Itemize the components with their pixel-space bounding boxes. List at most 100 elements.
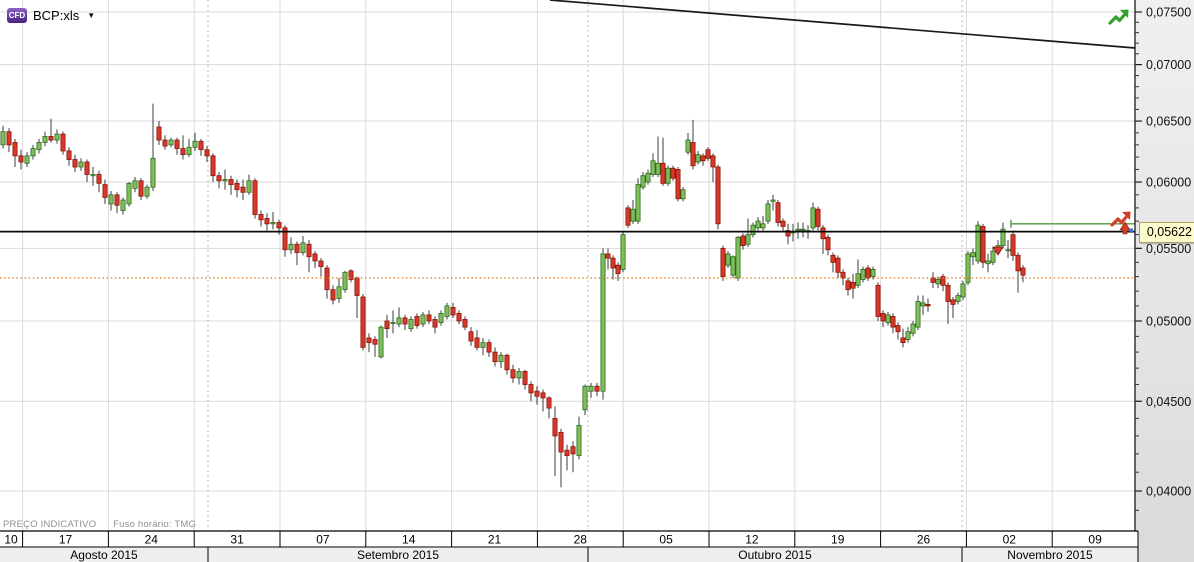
candle-body-down [114, 194, 120, 206]
price-tick-label: 0,06000 [1146, 176, 1191, 190]
candle-body-down [174, 139, 180, 149]
candle-body-up [408, 319, 414, 330]
candle-body-down [780, 220, 786, 227]
candle-body-down [1015, 254, 1021, 272]
candle-body-down [258, 214, 264, 221]
candle-body-up [640, 175, 646, 188]
candle-body-up [685, 139, 691, 153]
candle-body-up [78, 161, 84, 168]
candle-body-up [144, 186, 150, 197]
candle-body-up [498, 354, 504, 363]
candle-body-down [318, 260, 324, 267]
candle-body-down [675, 169, 681, 200]
candle-body-down [540, 392, 546, 399]
candle-body-up [336, 286, 342, 299]
candle-body-down [18, 155, 24, 163]
candle-body-down [486, 342, 492, 353]
candle-body-up [755, 220, 761, 229]
candle-body-up [745, 234, 751, 245]
week-label: 14 [402, 533, 416, 547]
candle-body-up [735, 236, 741, 279]
month-label: Agosto 2015 [70, 548, 138, 562]
price-axis[interactable] [1135, 0, 1194, 531]
month-label: Outubro 2015 [738, 548, 812, 562]
candle-body-down [835, 257, 841, 273]
candle-body-up [725, 253, 731, 266]
candle-body-down [204, 149, 210, 157]
candle [735, 235, 741, 281]
candle-body-down [96, 174, 102, 184]
candle [342, 270, 348, 293]
month-label: Setembro 2015 [357, 548, 439, 562]
candle-body-up [150, 157, 156, 188]
candle-body-up [760, 223, 766, 229]
candle-body-down [324, 267, 330, 291]
candle [720, 245, 726, 281]
month-label: Novembro 2015 [1007, 548, 1093, 562]
week-label: 02 [1003, 533, 1017, 547]
candle-body-down [890, 316, 896, 328]
candle-body-down [710, 155, 716, 168]
candle-body-up [30, 148, 36, 157]
candle-body-up [920, 302, 926, 307]
candle [675, 166, 681, 202]
candle-body-up [0, 131, 6, 146]
candle-body-down [546, 397, 552, 409]
chevron-down-icon[interactable]: ▼ [87, 11, 95, 20]
week-label: 21 [488, 533, 502, 547]
candle-body-up [342, 271, 348, 291]
candle-body-up [750, 224, 756, 236]
candle-body-up [300, 242, 306, 253]
candle [725, 251, 731, 269]
candle [715, 164, 721, 230]
candle-body-down [925, 304, 931, 307]
candle [60, 131, 66, 155]
candle-body-down [820, 227, 826, 240]
candle-body-down [845, 280, 851, 291]
candle-body-up [665, 167, 671, 184]
candle-body-down [615, 264, 621, 275]
price-tick-label: 0,07000 [1146, 58, 1191, 72]
candle-body-down [528, 384, 534, 394]
candle-body-down [474, 337, 480, 348]
candle-body-down [6, 131, 12, 146]
candle-body-up [655, 162, 661, 175]
chart-disclaimer: PREÇO INDICATIVO Fuso horário: TMG [3, 519, 196, 530]
candle-body-down [840, 271, 846, 279]
candle-body-down [815, 208, 821, 227]
candle-body-up [990, 250, 996, 263]
candle-body-up [108, 194, 114, 205]
candle-body-up [480, 342, 486, 348]
candle [600, 248, 606, 400]
candle-body-down [534, 390, 540, 397]
candle-body-down [715, 166, 721, 225]
candle [730, 255, 736, 279]
candle-body-down [720, 247, 726, 277]
candle-body-down [900, 337, 906, 344]
candle-body-down [228, 179, 234, 186]
price-tick-label: 0,06500 [1146, 115, 1191, 129]
candle-body-up [855, 273, 861, 286]
cfd-badge: CFD [7, 8, 27, 23]
instrument-selector[interactable]: CFD BCP:xls ▼ [7, 8, 95, 23]
candle [360, 294, 366, 351]
date-row [0, 531, 1138, 547]
candle-body-up [132, 180, 138, 189]
candle [665, 165, 671, 186]
week-label: 28 [574, 533, 588, 547]
price-tick-label: 0,05000 [1146, 314, 1191, 328]
candle-body-down [306, 243, 312, 258]
candle-body-down [895, 325, 901, 333]
candle [252, 178, 258, 219]
candle-body-down [594, 385, 600, 392]
candle [775, 200, 781, 227]
candle-body-down [930, 277, 936, 283]
candle-body-up [975, 224, 981, 262]
week-label: 05 [659, 533, 673, 547]
candlestick-chart-canvas[interactable]: 0,07500 0,07000 0,06500 0,06000 0,05500 0,050… [0, 0, 1194, 562]
candle [765, 200, 771, 224]
candle-body-up [770, 199, 776, 202]
candle-body-down [660, 162, 666, 184]
candle-body-down [234, 182, 240, 191]
candle-body-down [705, 149, 711, 159]
